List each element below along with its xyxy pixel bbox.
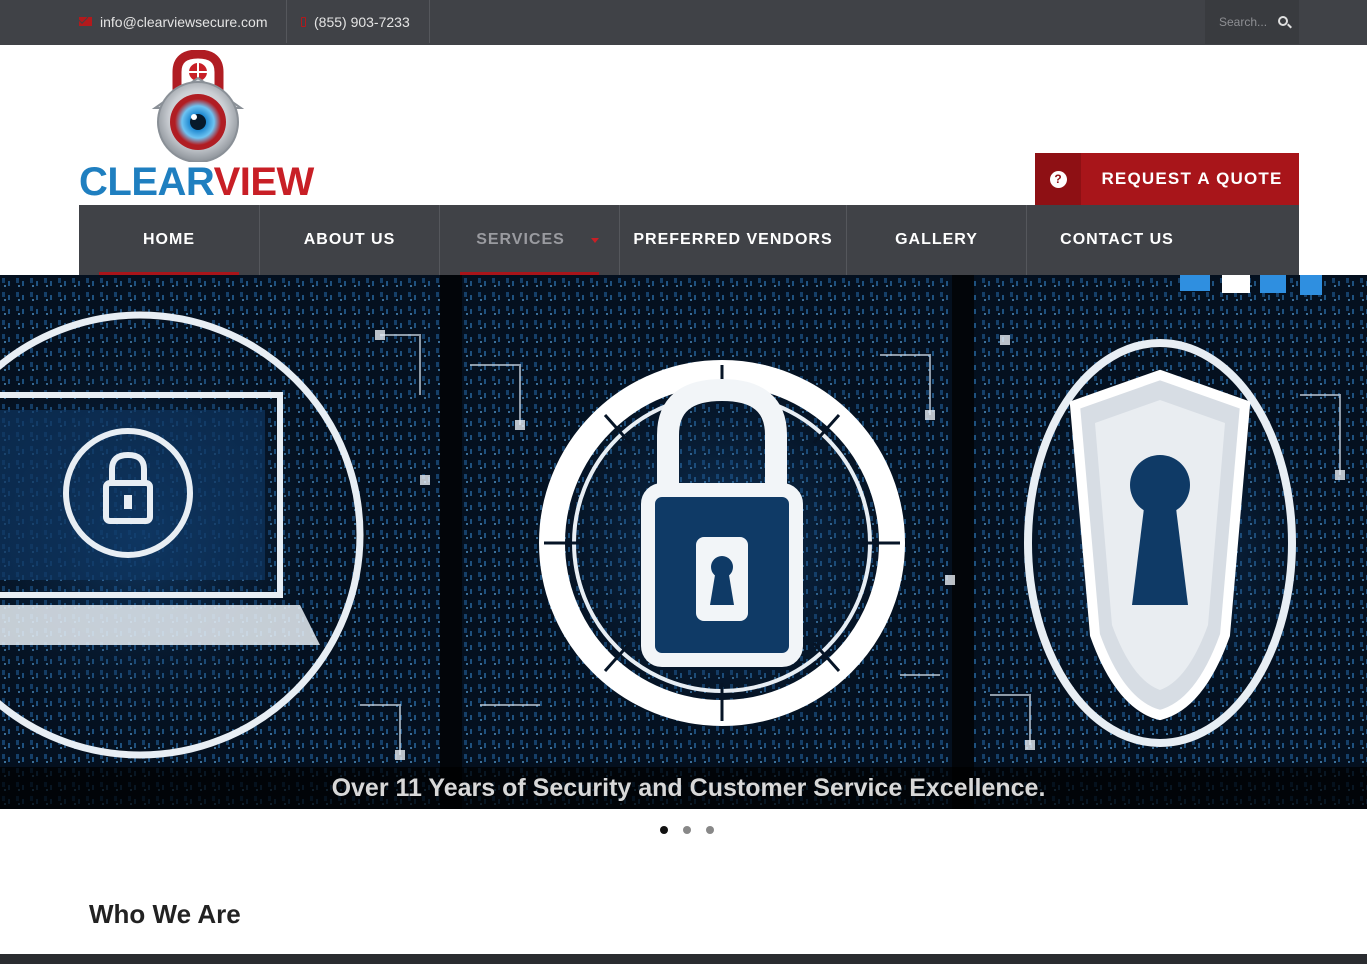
- clearview-logo[interactable]: CLEARVIEW: [79, 49, 319, 204]
- phone-text[interactable]: (855) 903-7233: [314, 14, 410, 30]
- bottom-strip: [0, 954, 1367, 964]
- phone-icon: [301, 16, 306, 27]
- search-box: [1205, 0, 1299, 44]
- padlock-eye-logo-icon: [151, 49, 245, 163]
- hero-caption: Over 11 Years of Security and Customer S…: [331, 773, 1046, 802]
- nav-item-about-us[interactable]: ABOUT US: [260, 205, 440, 275]
- logo-wordmark: CLEARVIEW: [79, 160, 314, 204]
- question-icon-wrap: ?: [1035, 153, 1081, 205]
- request-quote-button[interactable]: ? REQUEST A QUOTE: [1035, 153, 1299, 205]
- search-icon[interactable]: [1278, 16, 1288, 26]
- section-title: Who We Are: [89, 899, 241, 929]
- cyber-security-illustration: [0, 275, 1367, 809]
- request-quote-label: REQUEST A QUOTE: [1101, 169, 1283, 188]
- email-text[interactable]: info@clearviewsecure.com: [100, 14, 268, 30]
- email-contact[interactable]: info@clearviewsecure.com: [79, 0, 287, 43]
- nav-item-home[interactable]: HOME: [79, 205, 260, 275]
- dropdown-caret-icon: [591, 238, 599, 243]
- search-input[interactable]: [1219, 15, 1275, 29]
- slider-dot-3[interactable]: [706, 826, 714, 834]
- main-nav: HOME ABOUT US SERVICES PREFERRED VENDORS…: [79, 205, 1299, 275]
- question-circle-icon: ?: [1049, 170, 1067, 188]
- top-bar: info@clearviewsecure.com (855) 903-7233: [0, 0, 1367, 45]
- slider-dot-1[interactable]: [660, 826, 668, 834]
- envelope-icon: [79, 17, 92, 26]
- phone-contact[interactable]: (855) 903-7233: [287, 0, 430, 43]
- nav-item-contact-us[interactable]: CONTACT US: [1027, 205, 1207, 275]
- nav-item-services[interactable]: SERVICES: [440, 205, 620, 275]
- nav-item-preferred-vendors[interactable]: PREFERRED VENDORS: [620, 205, 847, 275]
- slider-pagination: [660, 826, 714, 834]
- hero-caption-bar: Over 11 Years of Security and Customer S…: [0, 767, 1367, 809]
- hero-slider[interactable]: Over 11 Years of Security and Customer S…: [0, 275, 1367, 809]
- slider-dot-2[interactable]: [683, 826, 691, 834]
- nav-item-gallery[interactable]: GALLERY: [847, 205, 1027, 275]
